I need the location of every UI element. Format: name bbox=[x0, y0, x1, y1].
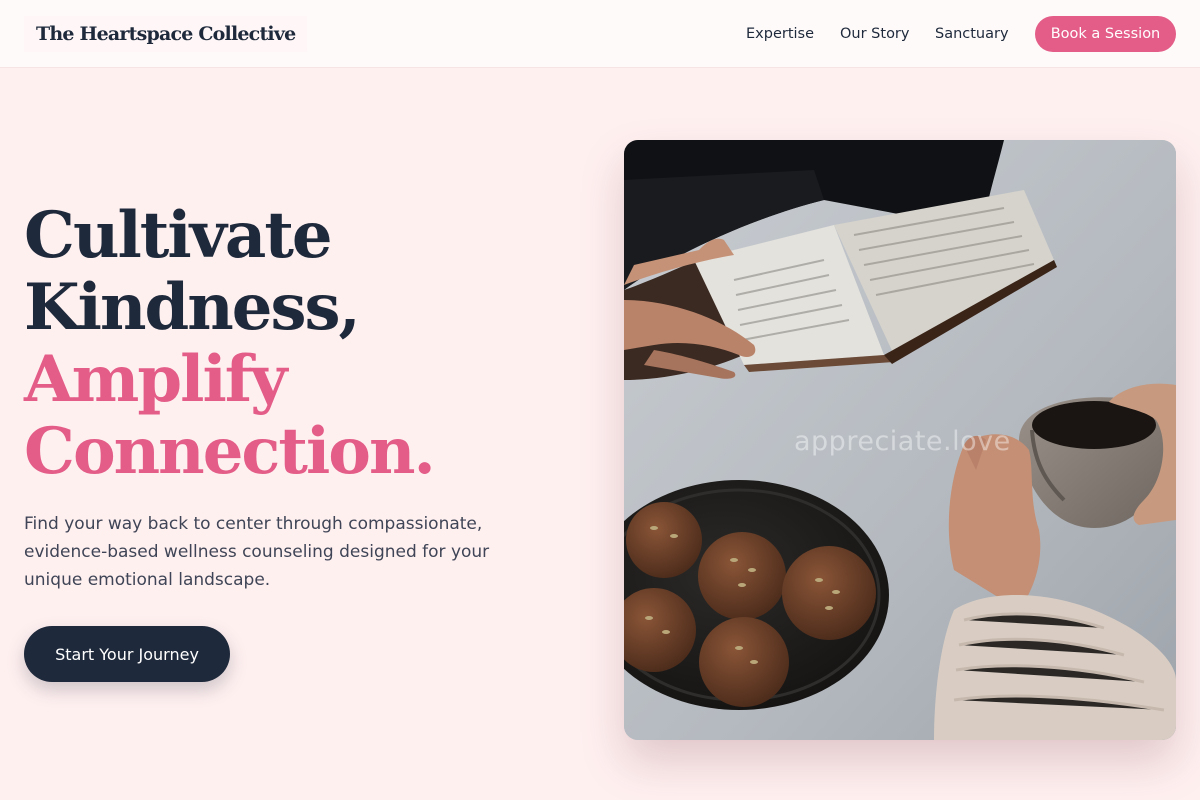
hero-headline: Cultivate Kindness, Amplify Connection. bbox=[24, 200, 584, 488]
start-journey-button[interactable]: Start Your Journey bbox=[24, 626, 230, 682]
headline-line-1: Cultivate bbox=[24, 198, 333, 273]
headline-line-2: Kindness, bbox=[24, 270, 361, 345]
headline-line-4: Connection. bbox=[24, 414, 436, 489]
nav-link-our-story[interactable]: Our Story bbox=[840, 22, 909, 46]
book-session-button[interactable]: Book a Session bbox=[1035, 16, 1176, 52]
image-watermark: appreciate.love bbox=[794, 426, 1011, 457]
hero-image: appreciate.love bbox=[624, 140, 1176, 740]
nav-link-expertise[interactable]: Expertise bbox=[746, 22, 814, 46]
top-navbar: The Heartspace Collective Expertise Our … bbox=[0, 0, 1200, 68]
headline-line-3: Amplify bbox=[24, 342, 287, 417]
nav-link-sanctuary[interactable]: Sanctuary bbox=[935, 22, 1009, 46]
brand-logo[interactable]: The Heartspace Collective bbox=[24, 16, 308, 52]
hero-subtext: Find your way back to center through com… bbox=[24, 514, 490, 590]
